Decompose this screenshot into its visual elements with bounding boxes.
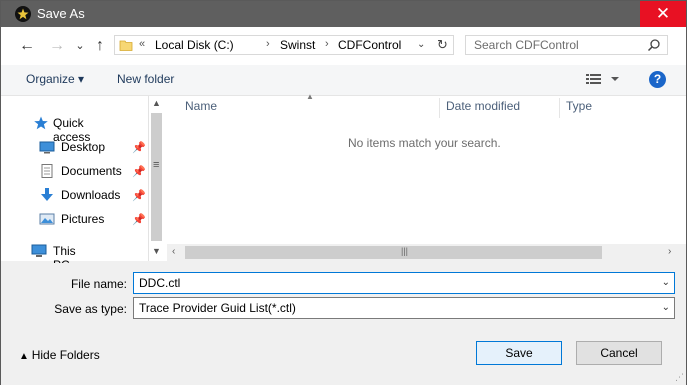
up-folder-arrow-icon[interactable]: ↑ — [90, 36, 110, 56]
file-name-label: File name: — [70, 277, 127, 291]
chevron-down-icon[interactable]: ⌄ — [662, 277, 670, 288]
downloads-icon — [41, 188, 53, 201]
breadcrumb-local-disk[interactable]: Local Disk (C:) — [155, 38, 234, 52]
breadcrumb-cdfcontrol[interactable]: CDFControl — [338, 38, 401, 52]
window-title: Save As — [37, 6, 85, 21]
save-as-type-label: Save as type: — [54, 302, 127, 316]
app-icon — [15, 6, 31, 22]
address-bar[interactable]: « Local Disk (C:) › Swinst › CDFControl … — [114, 35, 454, 55]
forward-arrow-icon[interactable]: → — [47, 36, 67, 56]
save-as-dialog: Save As ✕ ← → ⌄ ↑ « Local Disk (C:) › Sw… — [0, 0, 687, 385]
search-icon[interactable] — [647, 38, 661, 52]
scrollbar-grip-icon: ||| — [401, 246, 409, 256]
address-dropdown-chevron-icon[interactable]: ⌄ — [417, 39, 425, 50]
chevron-down-icon[interactable]: ⌄ — [662, 302, 670, 313]
computer-icon — [31, 244, 47, 257]
navpane-vertical-scrollbar[interactable]: ▲ ≡ ▼ — [148, 96, 165, 261]
save-form: File name: DDC.ctl ⌄ Save as type: Trace… — [1, 263, 686, 385]
search-placeholder: Search CDFControl — [474, 38, 579, 52]
scrollbar-thumb[interactable]: ||| — [185, 246, 602, 259]
cancel-button[interactable]: Cancel — [576, 341, 662, 365]
save-button[interactable]: Save — [476, 341, 562, 365]
file-name-value: DDC.ctl — [139, 276, 181, 290]
pin-icon: 📌 — [132, 142, 146, 154]
pin-icon: 📌 — [132, 214, 146, 226]
refresh-icon[interactable]: ↻ — [437, 37, 448, 53]
close-button[interactable]: ✕ — [640, 1, 686, 27]
scroll-left-arrow-icon[interactable]: ‹ — [172, 246, 175, 257]
navpane-label: Documents — [61, 164, 122, 178]
breadcrumb-overflow[interactable]: « — [139, 38, 145, 50]
back-arrow-icon[interactable]: ← — [17, 36, 37, 56]
navigation-pane: Quick access Desktop 📌 Documents 📌 Downl… — [1, 96, 148, 272]
documents-icon — [41, 164, 53, 178]
column-header-type[interactable]: Type — [566, 99, 592, 113]
recent-locations-chevron-icon[interactable]: ⌄ — [70, 36, 90, 56]
folder-icon — [119, 40, 133, 51]
organize-menu-button[interactable]: Organize ▾ — [26, 72, 84, 86]
chevron-up-icon: ▲ — [19, 351, 32, 362]
scroll-down-arrow-icon[interactable]: ▼ — [152, 246, 161, 256]
change-view-button[interactable] — [586, 72, 622, 89]
resize-grip-icon[interactable]: ⋰ — [675, 372, 684, 383]
file-name-field[interactable]: DDC.ctl ⌄ — [133, 272, 675, 294]
column-header-date-modified[interactable]: Date modified — [446, 99, 520, 113]
pin-icon: 📌 — [132, 166, 146, 178]
view-list-icon — [586, 74, 619, 84]
navpane-label: Desktop — [61, 140, 106, 154]
breadcrumb-swinst[interactable]: Swinst — [280, 38, 315, 52]
scroll-up-arrow-icon[interactable]: ▲ — [152, 98, 161, 108]
hide-folders-label: Hide Folders — [31, 348, 100, 362]
empty-message: No items match your search. — [348, 136, 501, 150]
column-divider[interactable] — [439, 98, 440, 118]
file-list: ▲ Name Date modified Type No items match… — [167, 92, 686, 261]
save-as-type-value: Trace Provider Guid List(*.ctl) — [139, 301, 296, 315]
search-input[interactable]: Search CDFControl — [465, 35, 668, 55]
column-divider[interactable] — [559, 98, 560, 118]
navpane-label: Downloads — [61, 188, 121, 202]
title-bar: Save As ✕ — [1, 1, 686, 27]
new-folder-button[interactable]: New folder — [117, 72, 174, 86]
help-icon[interactable]: ? — [649, 71, 666, 88]
scrollbar-thumb[interactable] — [151, 113, 162, 241]
breadcrumb-separator[interactable]: › — [266, 38, 270, 50]
save-as-type-select[interactable]: Trace Provider Guid List(*.ctl) ⌄ — [133, 297, 675, 319]
navpane-label: Pictures — [61, 212, 105, 226]
scroll-right-arrow-icon[interactable]: › — [668, 246, 671, 257]
breadcrumb-separator[interactable]: › — [325, 38, 329, 50]
command-toolbar: Organize ▾ New folder ? — [1, 65, 686, 96]
pictures-icon — [39, 213, 55, 225]
file-list-horizontal-scrollbar[interactable]: ‹ ||| › — [167, 244, 686, 261]
navigation-bar: ← → ⌄ ↑ « Local Disk (C:) › Swinst › CDF… — [1, 27, 686, 65]
desktop-icon — [39, 141, 55, 154]
hide-folders-button[interactable]: ▲ Hide Folders — [19, 348, 100, 362]
browser-area: Quick access Desktop 📌 Documents 📌 Downl… — [1, 92, 686, 272]
scrollbar-grip-icon: ≡ — [153, 159, 160, 171]
column-header-name[interactable]: Name — [185, 99, 217, 113]
star-icon — [34, 116, 48, 130]
sort-ascending-icon: ▲ — [306, 92, 314, 101]
pin-icon: 📌 — [132, 190, 146, 202]
